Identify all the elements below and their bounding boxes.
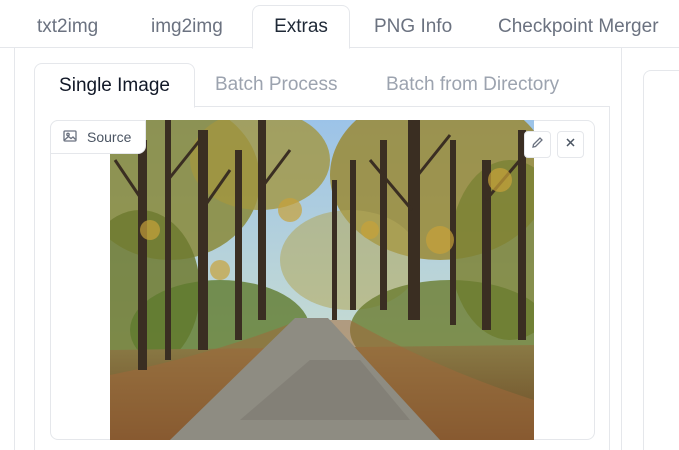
tab-txt2img[interactable]: txt2img [37, 6, 98, 48]
tab-extras[interactable]: Extras [252, 5, 350, 49]
pencil-icon [531, 136, 544, 154]
tab-checkpoint-merger[interactable]: Checkpoint Merger [498, 6, 659, 48]
tab-batch-process[interactable]: Batch Process [215, 63, 338, 107]
output-panel [643, 70, 679, 450]
clear-button[interactable] [557, 131, 584, 158]
tab-img2img[interactable]: img2img [151, 6, 223, 48]
edit-button[interactable] [524, 131, 551, 158]
tab-single-image[interactable]: Single Image [34, 63, 195, 108]
close-icon [564, 136, 577, 154]
source-label: Source [50, 120, 146, 154]
tab-png-info[interactable]: PNG Info [374, 6, 452, 48]
source-label-text: Source [87, 129, 132, 145]
main-tab-bar: txt2img img2img Extras PNG Info Checkpoi… [0, 0, 679, 49]
tab-batch-from-directory[interactable]: Batch from Directory [386, 63, 559, 107]
source-image [110, 120, 534, 440]
image-icon [63, 129, 77, 146]
extras-sub-tab-bar: Single Image Batch Process Batch from Di… [34, 63, 610, 108]
